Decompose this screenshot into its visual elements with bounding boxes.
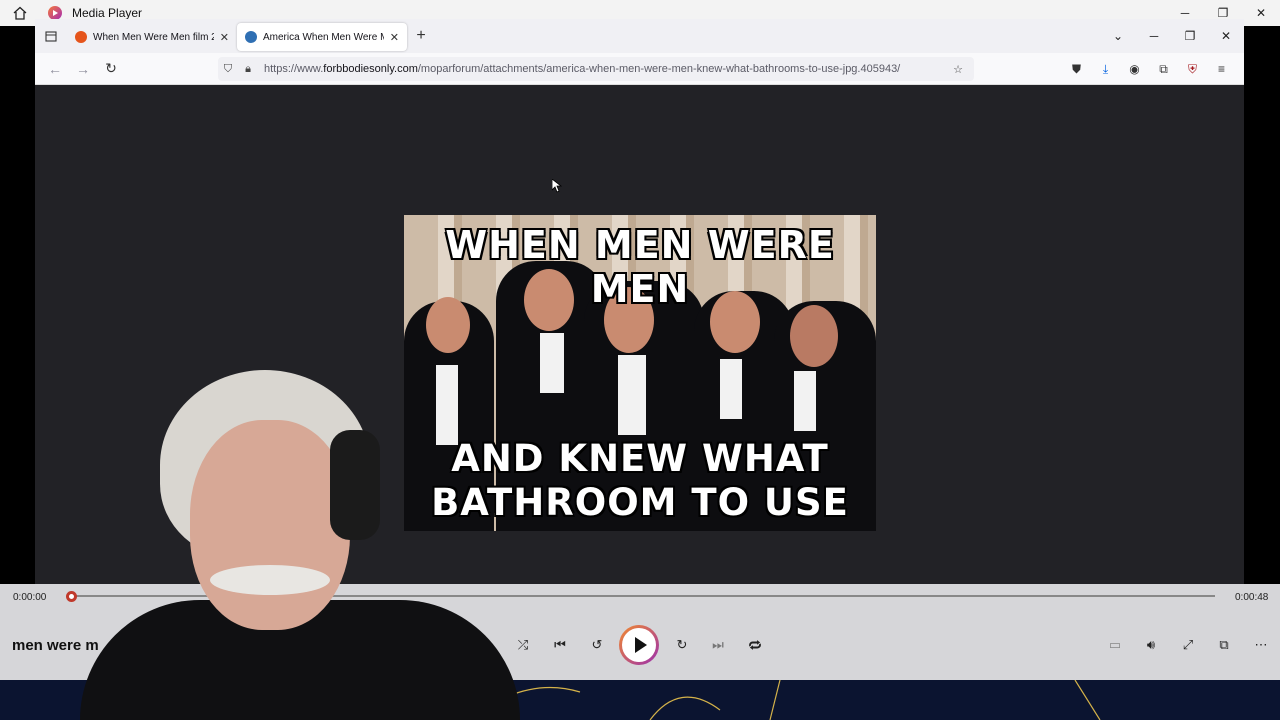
ublock-icon[interactable]: ⛨ (1178, 62, 1207, 77)
browser-close-icon[interactable]: ✕ (1208, 29, 1244, 43)
subtitles-icon[interactable]: ▭ (1101, 631, 1129, 659)
more-options-icon[interactable]: ⋯ (1247, 631, 1275, 659)
new-tab-icon[interactable]: + (407, 27, 435, 45)
previous-icon[interactable]: ⏮ (546, 631, 574, 659)
skip-back-10-icon[interactable]: ↺ (583, 631, 611, 659)
duckduckgo-favicon-icon (75, 31, 87, 43)
home-icon[interactable] (0, 0, 40, 26)
mouse-cursor-icon (551, 178, 563, 198)
current-time: 0:00:00 (13, 592, 47, 603)
media-player-logo-icon (48, 6, 62, 20)
extensions-icon[interactable]: ⧉ (1149, 62, 1178, 77)
tab-label: America When Men Were Men (263, 31, 384, 43)
repeat-icon[interactable]: 🔁︎ (741, 631, 769, 659)
lock-icon[interactable]: 🔒︎ (238, 63, 258, 76)
app-title: Media Player (72, 6, 143, 20)
play-button[interactable] (619, 625, 659, 665)
tab-america-when-men-were-men[interactable]: America When Men Were Men ✕ (237, 23, 407, 51)
close-tab-icon[interactable]: ✕ (220, 31, 229, 44)
back-icon[interactable]: ← (41, 61, 69, 77)
downloads-icon[interactable]: ⤓ (1091, 62, 1120, 77)
play-icon (634, 637, 647, 653)
miniplayer-icon[interactable]: ⧉ (1210, 631, 1238, 659)
tab-when-men-were-men-film[interactable]: When Men Were Men film 2021 ✕ (67, 23, 237, 51)
volume-icon[interactable]: 🔊︎ (1137, 631, 1165, 659)
menu-icon[interactable]: ≡ (1207, 62, 1236, 76)
account-icon[interactable]: ◉ (1120, 62, 1149, 76)
fullscreen-icon[interactable]: ⤢ (1174, 631, 1202, 659)
close-icon[interactable]: ✕ (1242, 0, 1280, 26)
next-icon[interactable]: ⏭ (704, 631, 732, 659)
tab-bar: When Men Were Men film 2021 ✕ America Wh… (35, 19, 1244, 53)
browser-restore-icon[interactable]: ❐ (1172, 29, 1208, 43)
bookmark-star-icon[interactable]: ☆ (948, 63, 968, 76)
pocket-icon[interactable]: ⛊ (1062, 62, 1091, 77)
tab-manager-icon[interactable] (35, 19, 67, 53)
list-all-tabs-icon[interactable]: ⌄ (1100, 29, 1136, 43)
headset-icon (330, 430, 380, 540)
browser-minimize-icon[interactable]: ─ (1136, 29, 1172, 43)
forward-icon[interactable]: → (69, 61, 97, 77)
shield-icon[interactable]: ⛉ (218, 63, 238, 76)
reload-icon[interactable]: ↻ (97, 60, 125, 77)
close-tab-icon[interactable]: ✕ (390, 31, 399, 44)
skip-forward-30-icon[interactable]: ↻ (668, 631, 696, 659)
mopar-favicon-icon (245, 31, 257, 43)
webcam-overlay (60, 360, 530, 720)
tab-label: When Men Were Men film 2021 (93, 31, 214, 43)
navigation-toolbar: ← → ↻ ⛉ 🔒︎ https://www.forbbodiesonly.co… (35, 53, 1244, 85)
total-time: 0:00:48 (1235, 592, 1269, 603)
url-text[interactable]: https://www.forbbodiesonly.com/moparforu… (264, 63, 948, 75)
address-bar[interactable]: ⛉ 🔒︎ https://www.forbbodiesonly.com/mopa… (218, 57, 974, 81)
meme-top-caption: WHEN MEN WERE MEN (445, 223, 835, 311)
